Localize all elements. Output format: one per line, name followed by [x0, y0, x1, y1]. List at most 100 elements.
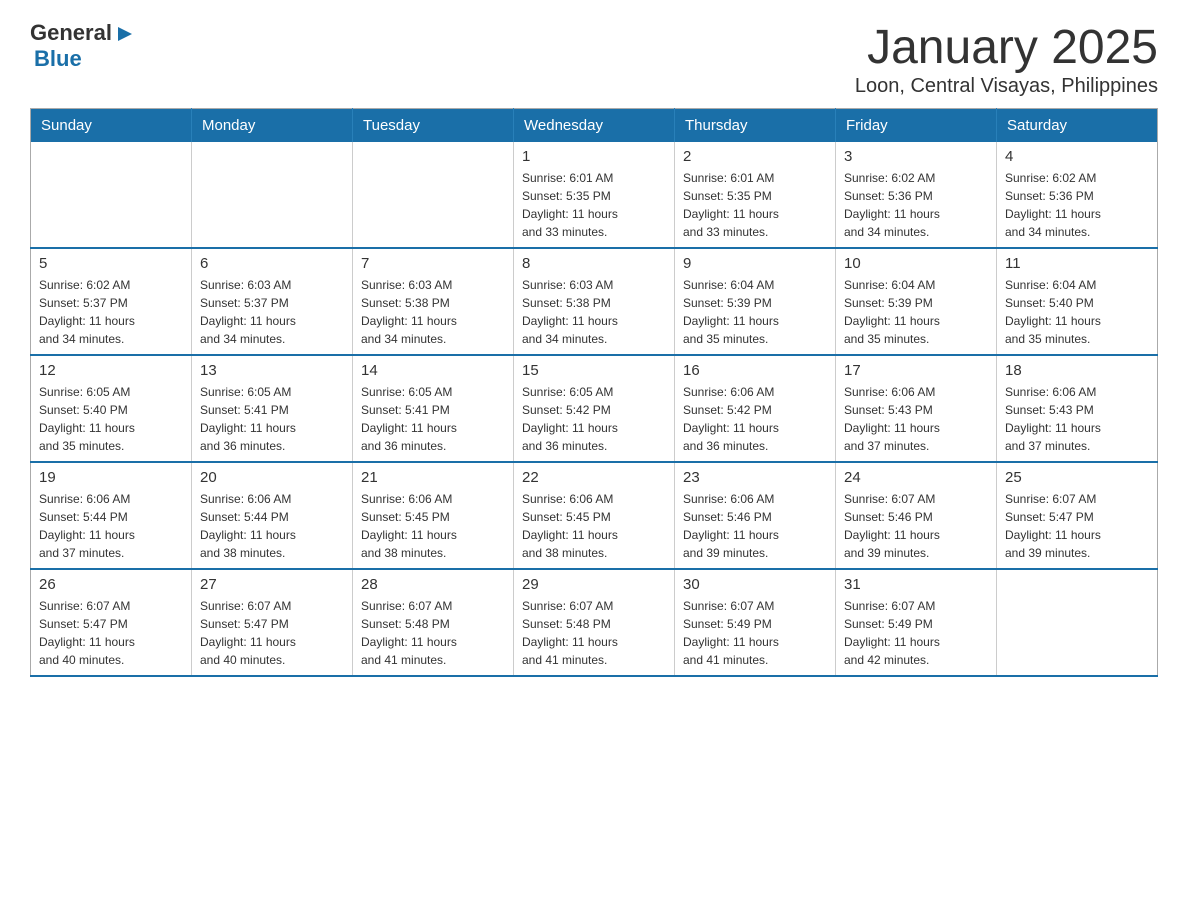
day-info: Sunrise: 6:02 AM Sunset: 5:37 PM Dayligh… [39, 276, 183, 348]
day-number: 30 [683, 576, 827, 593]
calendar-week-5: 26 Sunrise: 6:07 AM Sunset: 5:47 PM Dayli… [31, 569, 1158, 676]
day-info: Sunrise: 6:07 AM Sunset: 5:49 PM Dayligh… [844, 597, 988, 669]
title-block: January 2025 Loon, Central Visayas, Phil… [855, 20, 1158, 98]
calendar-cell: 24 Sunrise: 6:07 AM Sunset: 5:46 PM Dayli… [836, 462, 997, 569]
day-number: 8 [522, 255, 666, 272]
calendar-cell: 16 Sunrise: 6:06 AM Sunset: 5:42 PM Dayli… [675, 355, 836, 462]
logo-arrow-icon [114, 23, 136, 45]
day-number: 13 [200, 362, 344, 379]
page-header: General Blue January 2025 Loon, Central … [30, 20, 1158, 98]
day-info: Sunrise: 6:07 AM Sunset: 5:47 PM Dayligh… [1005, 490, 1149, 562]
day-number: 14 [361, 362, 505, 379]
day-number: 10 [844, 255, 988, 272]
day-of-week-tuesday: Tuesday [353, 109, 514, 143]
calendar-cell: 22 Sunrise: 6:06 AM Sunset: 5:45 PM Dayli… [514, 462, 675, 569]
day-info: Sunrise: 6:07 AM Sunset: 5:46 PM Dayligh… [844, 490, 988, 562]
calendar-cell: 15 Sunrise: 6:05 AM Sunset: 5:42 PM Dayli… [514, 355, 675, 462]
day-number: 25 [1005, 469, 1149, 486]
day-info: Sunrise: 6:02 AM Sunset: 5:36 PM Dayligh… [1005, 169, 1149, 241]
day-number: 12 [39, 362, 183, 379]
day-number: 20 [200, 469, 344, 486]
day-number: 28 [361, 576, 505, 593]
day-info: Sunrise: 6:05 AM Sunset: 5:42 PM Dayligh… [522, 383, 666, 455]
day-of-week-monday: Monday [192, 109, 353, 143]
day-number: 1 [522, 148, 666, 165]
day-number: 17 [844, 362, 988, 379]
calendar-week-3: 12 Sunrise: 6:05 AM Sunset: 5:40 PM Dayli… [31, 355, 1158, 462]
calendar-header: SundayMondayTuesdayWednesdayThursdayFrid… [31, 109, 1158, 143]
day-number: 15 [522, 362, 666, 379]
day-info: Sunrise: 6:04 AM Sunset: 5:39 PM Dayligh… [683, 276, 827, 348]
day-info: Sunrise: 6:06 AM Sunset: 5:42 PM Dayligh… [683, 383, 827, 455]
calendar-cell: 20 Sunrise: 6:06 AM Sunset: 5:44 PM Dayli… [192, 462, 353, 569]
calendar-cell: 8 Sunrise: 6:03 AM Sunset: 5:38 PM Daylig… [514, 248, 675, 355]
day-info: Sunrise: 6:05 AM Sunset: 5:40 PM Dayligh… [39, 383, 183, 455]
day-info: Sunrise: 6:06 AM Sunset: 5:45 PM Dayligh… [522, 490, 666, 562]
calendar-cell [192, 142, 353, 248]
day-number: 11 [1005, 255, 1149, 272]
day-number: 4 [1005, 148, 1149, 165]
logo-general-text: General [30, 20, 112, 46]
day-info: Sunrise: 6:06 AM Sunset: 5:43 PM Dayligh… [844, 383, 988, 455]
calendar-week-4: 19 Sunrise: 6:06 AM Sunset: 5:44 PM Dayli… [31, 462, 1158, 569]
calendar-cell: 13Sunrise: 6:05 AM Sunset: 5:41 PM Dayli… [192, 355, 353, 462]
calendar-cell: 12 Sunrise: 6:05 AM Sunset: 5:40 PM Dayli… [31, 355, 192, 462]
calendar-cell: 6Sunrise: 6:03 AM Sunset: 5:37 PM Daylig… [192, 248, 353, 355]
calendar-cell: 10 Sunrise: 6:04 AM Sunset: 5:39 PM Dayli… [836, 248, 997, 355]
calendar-week-1: 1 Sunrise: 6:01 AM Sunset: 5:35 PM Daylig… [31, 142, 1158, 248]
calendar-cell: 25 Sunrise: 6:07 AM Sunset: 5:47 PM Dayli… [997, 462, 1158, 569]
day-info: Sunrise: 6:06 AM Sunset: 5:44 PM Dayligh… [200, 490, 344, 562]
day-info: Sunrise: 6:07 AM Sunset: 5:47 PM Dayligh… [200, 597, 344, 669]
day-info: Sunrise: 6:07 AM Sunset: 5:49 PM Dayligh… [683, 597, 827, 669]
day-number: 6 [200, 255, 344, 272]
day-number: 21 [361, 469, 505, 486]
day-info: Sunrise: 6:01 AM Sunset: 5:35 PM Dayligh… [683, 169, 827, 241]
day-number: 23 [683, 469, 827, 486]
day-info: Sunrise: 6:03 AM Sunset: 5:38 PM Dayligh… [361, 276, 505, 348]
day-info: Sunrise: 6:06 AM Sunset: 5:43 PM Dayligh… [1005, 383, 1149, 455]
logo[interactable]: General Blue [30, 20, 136, 72]
calendar-cell: 3Sunrise: 6:02 AM Sunset: 5:36 PM Daylig… [836, 142, 997, 248]
day-info: Sunrise: 6:03 AM Sunset: 5:38 PM Dayligh… [522, 276, 666, 348]
day-of-week-sunday: Sunday [31, 109, 192, 143]
day-of-week-friday: Friday [836, 109, 997, 143]
day-info: Sunrise: 6:06 AM Sunset: 5:45 PM Dayligh… [361, 490, 505, 562]
day-info: Sunrise: 6:07 AM Sunset: 5:47 PM Dayligh… [39, 597, 183, 669]
day-info: Sunrise: 6:01 AM Sunset: 5:35 PM Dayligh… [522, 169, 666, 241]
day-info: Sunrise: 6:06 AM Sunset: 5:46 PM Dayligh… [683, 490, 827, 562]
day-number: 27 [200, 576, 344, 593]
calendar-cell: 21 Sunrise: 6:06 AM Sunset: 5:45 PM Dayli… [353, 462, 514, 569]
calendar-cell: 18Sunrise: 6:06 AM Sunset: 5:43 PM Dayli… [997, 355, 1158, 462]
calendar-cell [997, 569, 1158, 676]
day-number: 19 [39, 469, 183, 486]
day-number: 26 [39, 576, 183, 593]
calendar-cell: 19Sunrise: 6:06 AM Sunset: 5:44 PM Dayli… [31, 462, 192, 569]
day-number: 22 [522, 469, 666, 486]
calendar-cell: 23 Sunrise: 6:06 AM Sunset: 5:46 PM Dayli… [675, 462, 836, 569]
month-title: January 2025 [855, 20, 1158, 75]
calendar-cell: 27 Sunrise: 6:07 AM Sunset: 5:47 PM Dayli… [192, 569, 353, 676]
calendar-cell: 5Sunrise: 6:02 AM Sunset: 5:37 PM Daylig… [31, 248, 192, 355]
day-number: 31 [844, 576, 988, 593]
day-of-week-wednesday: Wednesday [514, 109, 675, 143]
calendar-table: SundayMondayTuesdayWednesdayThursdayFrid… [30, 108, 1158, 677]
day-info: Sunrise: 6:04 AM Sunset: 5:40 PM Dayligh… [1005, 276, 1149, 348]
calendar-cell [31, 142, 192, 248]
day-info: Sunrise: 6:02 AM Sunset: 5:36 PM Dayligh… [844, 169, 988, 241]
calendar-cell: 31 Sunrise: 6:07 AM Sunset: 5:49 PM Dayli… [836, 569, 997, 676]
calendar-cell: 30 Sunrise: 6:07 AM Sunset: 5:49 PM Dayli… [675, 569, 836, 676]
day-of-week-saturday: Saturday [997, 109, 1158, 143]
day-number: 24 [844, 469, 988, 486]
day-info: Sunrise: 6:04 AM Sunset: 5:39 PM Dayligh… [844, 276, 988, 348]
calendar-cell: 28Sunrise: 6:07 AM Sunset: 5:48 PM Dayli… [353, 569, 514, 676]
calendar-cell: 17 Sunrise: 6:06 AM Sunset: 5:43 PM Dayli… [836, 355, 997, 462]
day-number: 2 [683, 148, 827, 165]
days-of-week-row: SundayMondayTuesdayWednesdayThursdayFrid… [31, 109, 1158, 143]
day-number: 16 [683, 362, 827, 379]
calendar-cell: 11 Sunrise: 6:04 AM Sunset: 5:40 PM Dayli… [997, 248, 1158, 355]
logo-blue-text: Blue [34, 46, 82, 71]
location-title: Loon, Central Visayas, Philippines [855, 75, 1158, 98]
calendar-cell: 26 Sunrise: 6:07 AM Sunset: 5:47 PM Dayli… [31, 569, 192, 676]
calendar-cell: 14Sunrise: 6:05 AM Sunset: 5:41 PM Dayli… [353, 355, 514, 462]
calendar-cell: 7Sunrise: 6:03 AM Sunset: 5:38 PM Daylig… [353, 248, 514, 355]
